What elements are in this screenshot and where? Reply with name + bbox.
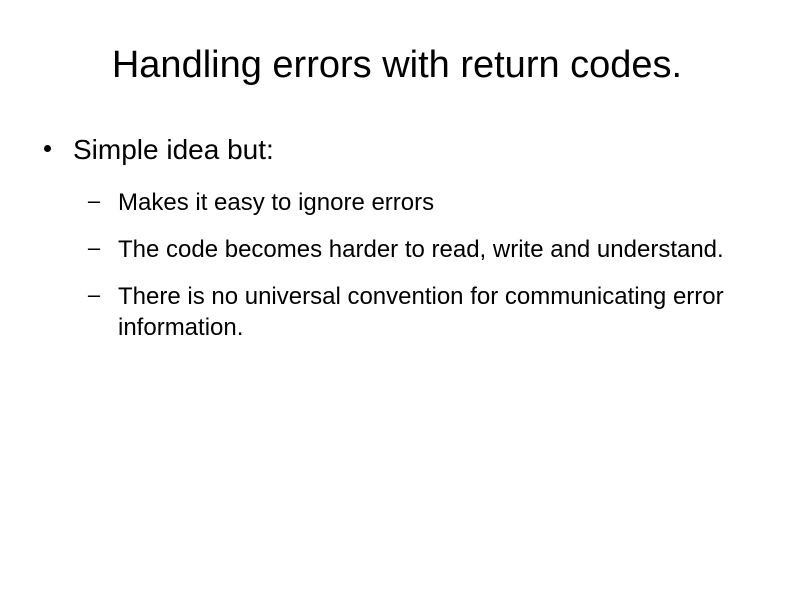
slide: Handling errors with return codes. Simpl… — [0, 0, 794, 595]
list-item: – The code becomes harder to read, write… — [86, 234, 738, 265]
slide-title: Handling errors with return codes. — [56, 44, 738, 87]
list-item-text: There is no universal convention for com… — [118, 281, 738, 343]
dash-icon: – — [86, 281, 102, 310]
list-item-text: Simple idea but: — [73, 133, 274, 167]
list-item: Simple idea but: — [56, 133, 738, 167]
slide-body: Simple idea but: – Makes it easy to igno… — [56, 133, 738, 343]
sublist: – Makes it easy to ignore errors – The c… — [56, 187, 738, 344]
list-item-text: The code becomes harder to read, write a… — [118, 234, 724, 265]
list-item-text: Makes it easy to ignore errors — [118, 187, 434, 218]
bullet-icon — [44, 145, 51, 152]
dash-icon: – — [86, 234, 102, 263]
dash-icon: – — [86, 187, 102, 216]
list-item: – Makes it easy to ignore errors — [86, 187, 738, 218]
list-item: – There is no universal convention for c… — [86, 281, 738, 343]
